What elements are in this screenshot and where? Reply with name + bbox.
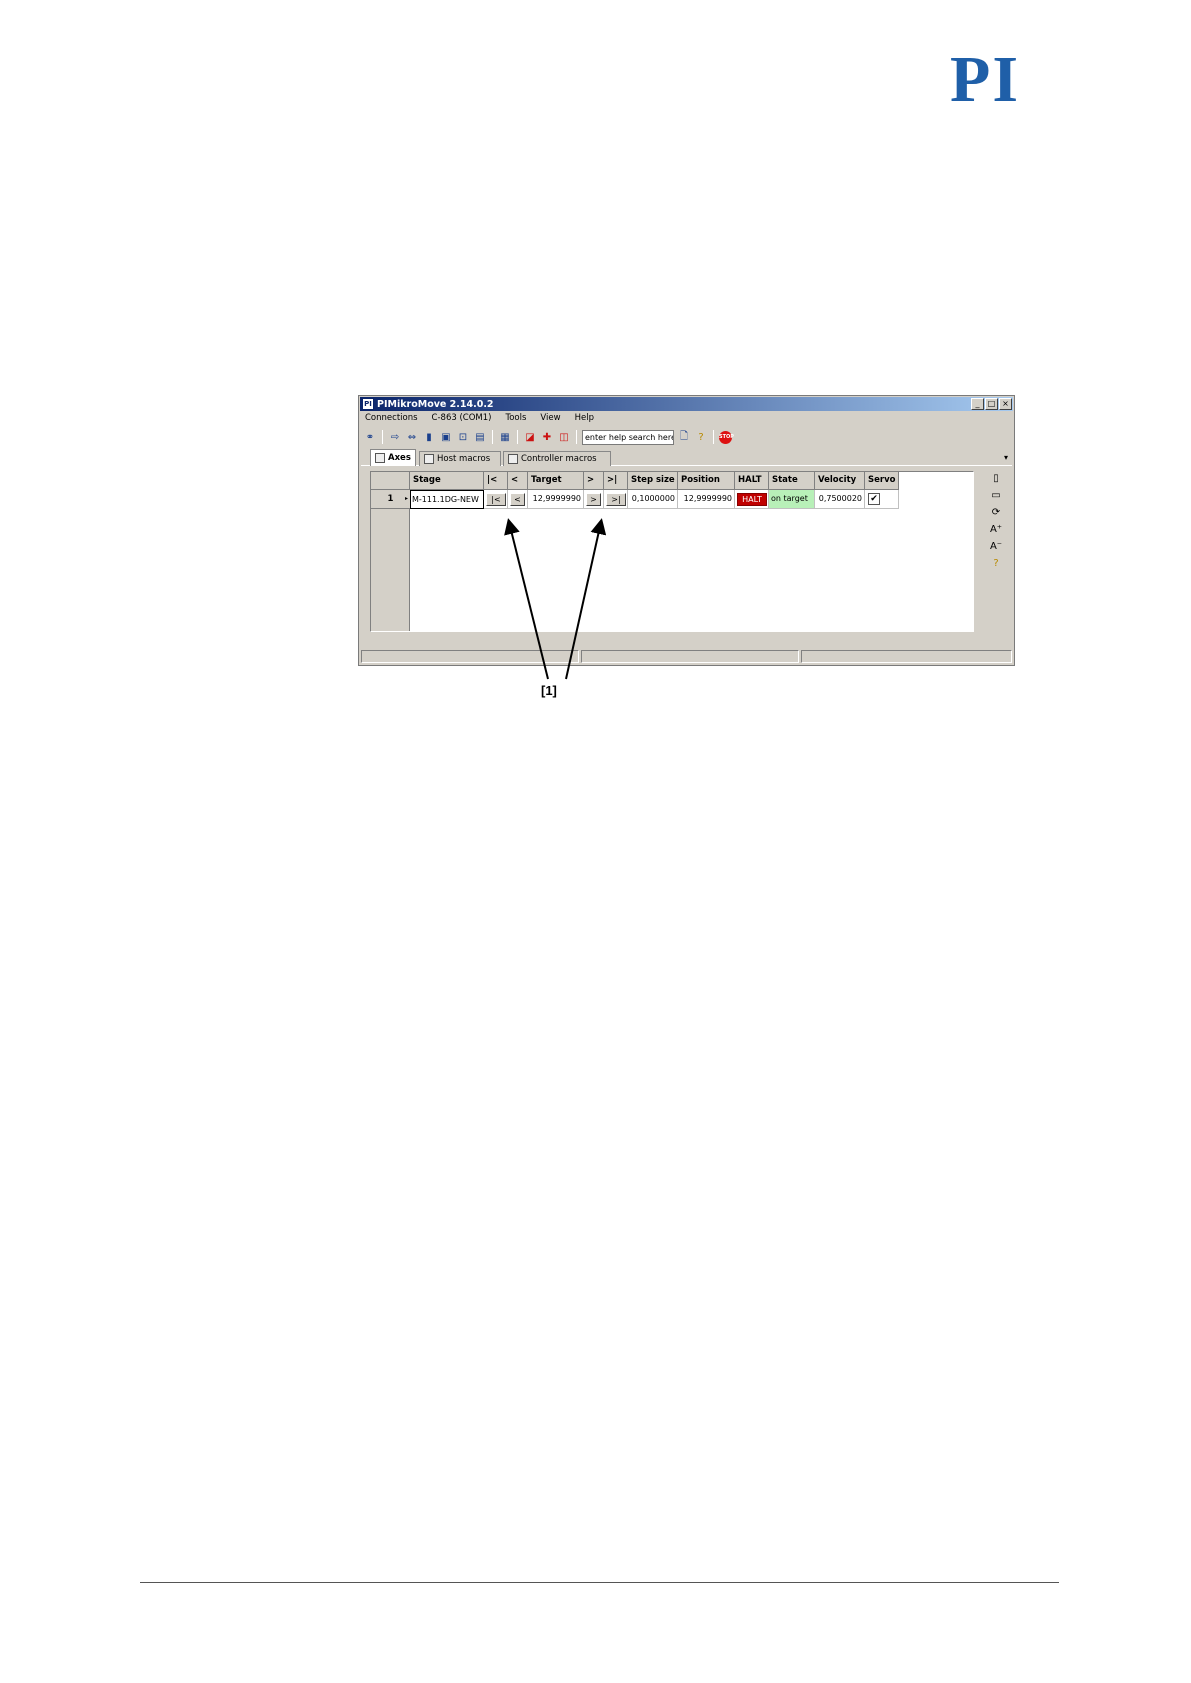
header-first: |< [484,472,508,490]
header-target: Target [528,472,584,490]
tab-axes[interactable]: Axes [370,449,416,466]
next-cell: > [584,490,604,509]
axes-grid: Stage |< < Target > >| Step size Positio… [370,471,974,632]
callout-label: [1] [541,683,557,698]
stop-button[interactable]: STOP [719,430,734,444]
status-pane [581,650,799,663]
header-velocity: Velocity [815,472,865,490]
menu-connections[interactable]: Connections [363,413,420,426]
printer-icon[interactable]: ▤ [473,430,487,444]
callout-arrows [504,518,607,680]
menu-help[interactable]: Help [573,413,596,426]
command-icon[interactable]: ⊡ [456,430,470,444]
toolbar-separator [517,430,518,444]
wave-icon[interactable]: ◫ [557,430,571,444]
header-stage: Stage [410,472,484,490]
terminal-icon[interactable]: ▣ [439,430,453,444]
font-decrease-icon[interactable]: A⁻ [990,541,1002,552]
step-forward-button[interactable]: > [586,493,601,506]
servo-cell: ✔ [865,490,899,509]
maximize-button[interactable]: □ [985,398,998,410]
pimikromove-window: PI PIMikroMove 2.14.0.2 _ □ × Connection… [358,395,1015,666]
toolbar-separator [713,430,714,444]
status-pane [801,650,1012,663]
tab-controller-macros-label: Controller macros [521,454,597,464]
toolbar-separator [382,430,383,444]
arrow-right-icon[interactable]: ⇨ [388,430,402,444]
tab-host-macros-label: Host macros [437,454,491,464]
menu-tools[interactable]: Tools [503,413,528,426]
footer-rule [140,1582,1059,1583]
tab-axes-label: Axes [388,453,411,463]
axes-icon [375,453,385,463]
header-last: >| [604,472,628,490]
status-pane [361,650,579,663]
save-icon[interactable]: ▯ [993,473,999,484]
tab-host-macros[interactable]: Host macros [419,451,501,466]
help-search-input[interactable] [582,429,674,445]
connect-icon[interactable]: ⚭ [363,430,377,444]
app-icon: PI [362,398,374,410]
title-bar: PI PIMikroMove 2.14.0.2 _ □ × [360,397,1013,411]
document-icon[interactable]: 🗋 [677,430,691,444]
menu-controller[interactable]: C-863 (COM1) [430,413,494,426]
position-cell: 12,9999990 [678,490,735,509]
status-bar [361,650,1012,663]
header-state: State [769,472,815,490]
move-to-max-button[interactable]: >| [606,493,626,506]
header-step-size: Step size [628,472,678,490]
tab-controller-macros[interactable]: Controller macros [503,451,611,466]
row-pointer-icon: ▸ [404,495,408,502]
target-cell[interactable]: 12,9999990 [528,490,584,509]
graph-icon[interactable]: ◪ [523,430,537,444]
side-toolbar: ▯ ▭ ⟳ A⁺ A⁻ ? [988,473,1004,569]
halt-cell: HALT [735,490,769,509]
host-macro-icon [424,454,434,464]
toolbar-separator [576,430,577,444]
velocity-cell[interactable]: 0,7500020 [815,490,865,509]
header-halt: HALT [735,472,769,490]
header-position: Position [678,472,735,490]
row-number: 1 ▸ [371,490,410,509]
header-prev: < [508,472,528,490]
toolbar-separator [492,430,493,444]
controller-macro-icon [508,454,518,464]
pi-logo: PI [950,43,1020,116]
font-increase-icon[interactable]: A⁺ [990,524,1002,535]
minimize-button[interactable]: _ [971,398,984,410]
prev-cell: < [508,490,528,509]
add-red-icon[interactable]: ✚ [540,430,554,444]
toolbar: ⚭ ⇨ ⇔ ▮ ▣ ⊡ ▤ ▦ ◪ ✚ ◫ 🗋 ? STOP [363,428,734,446]
first-cell: |< [484,490,508,509]
last-cell: >| [604,490,628,509]
arrow-both-icon[interactable]: ⇔ [405,430,419,444]
battery-icon[interactable]: ▮ [422,430,436,444]
load-icon[interactable]: ▭ [991,490,1000,501]
state-cell: on target [769,490,815,509]
menu-bar: Connections C-863 (COM1) Tools View Help [363,413,596,426]
stage-cell[interactable]: M-111.1DG-NEW [410,490,484,509]
chevron-down-icon[interactable]: ▾ [1004,453,1008,462]
move-to-min-button[interactable]: |< [486,493,506,506]
close-button[interactable]: × [999,398,1012,410]
menu-view[interactable]: View [538,413,562,426]
header-next: > [584,472,604,490]
corner-header [371,472,410,490]
step-back-button[interactable]: < [510,493,525,506]
refresh-icon[interactable]: ⟳ [992,507,1000,518]
header-servo: Servo [865,472,899,490]
halt-button[interactable]: HALT [737,493,767,506]
help-icon[interactable]: ? [694,430,708,444]
servo-checkbox[interactable]: ✔ [868,493,880,505]
macro-icon[interactable]: ▦ [498,430,512,444]
help-icon[interactable]: ? [993,558,998,569]
tab-bar: Axes Host macros Controller macros ▾ [361,449,1012,466]
step-size-cell[interactable]: 0,1000000 [628,490,678,509]
window-title: PIMikroMove 2.14.0.2 [377,398,494,410]
